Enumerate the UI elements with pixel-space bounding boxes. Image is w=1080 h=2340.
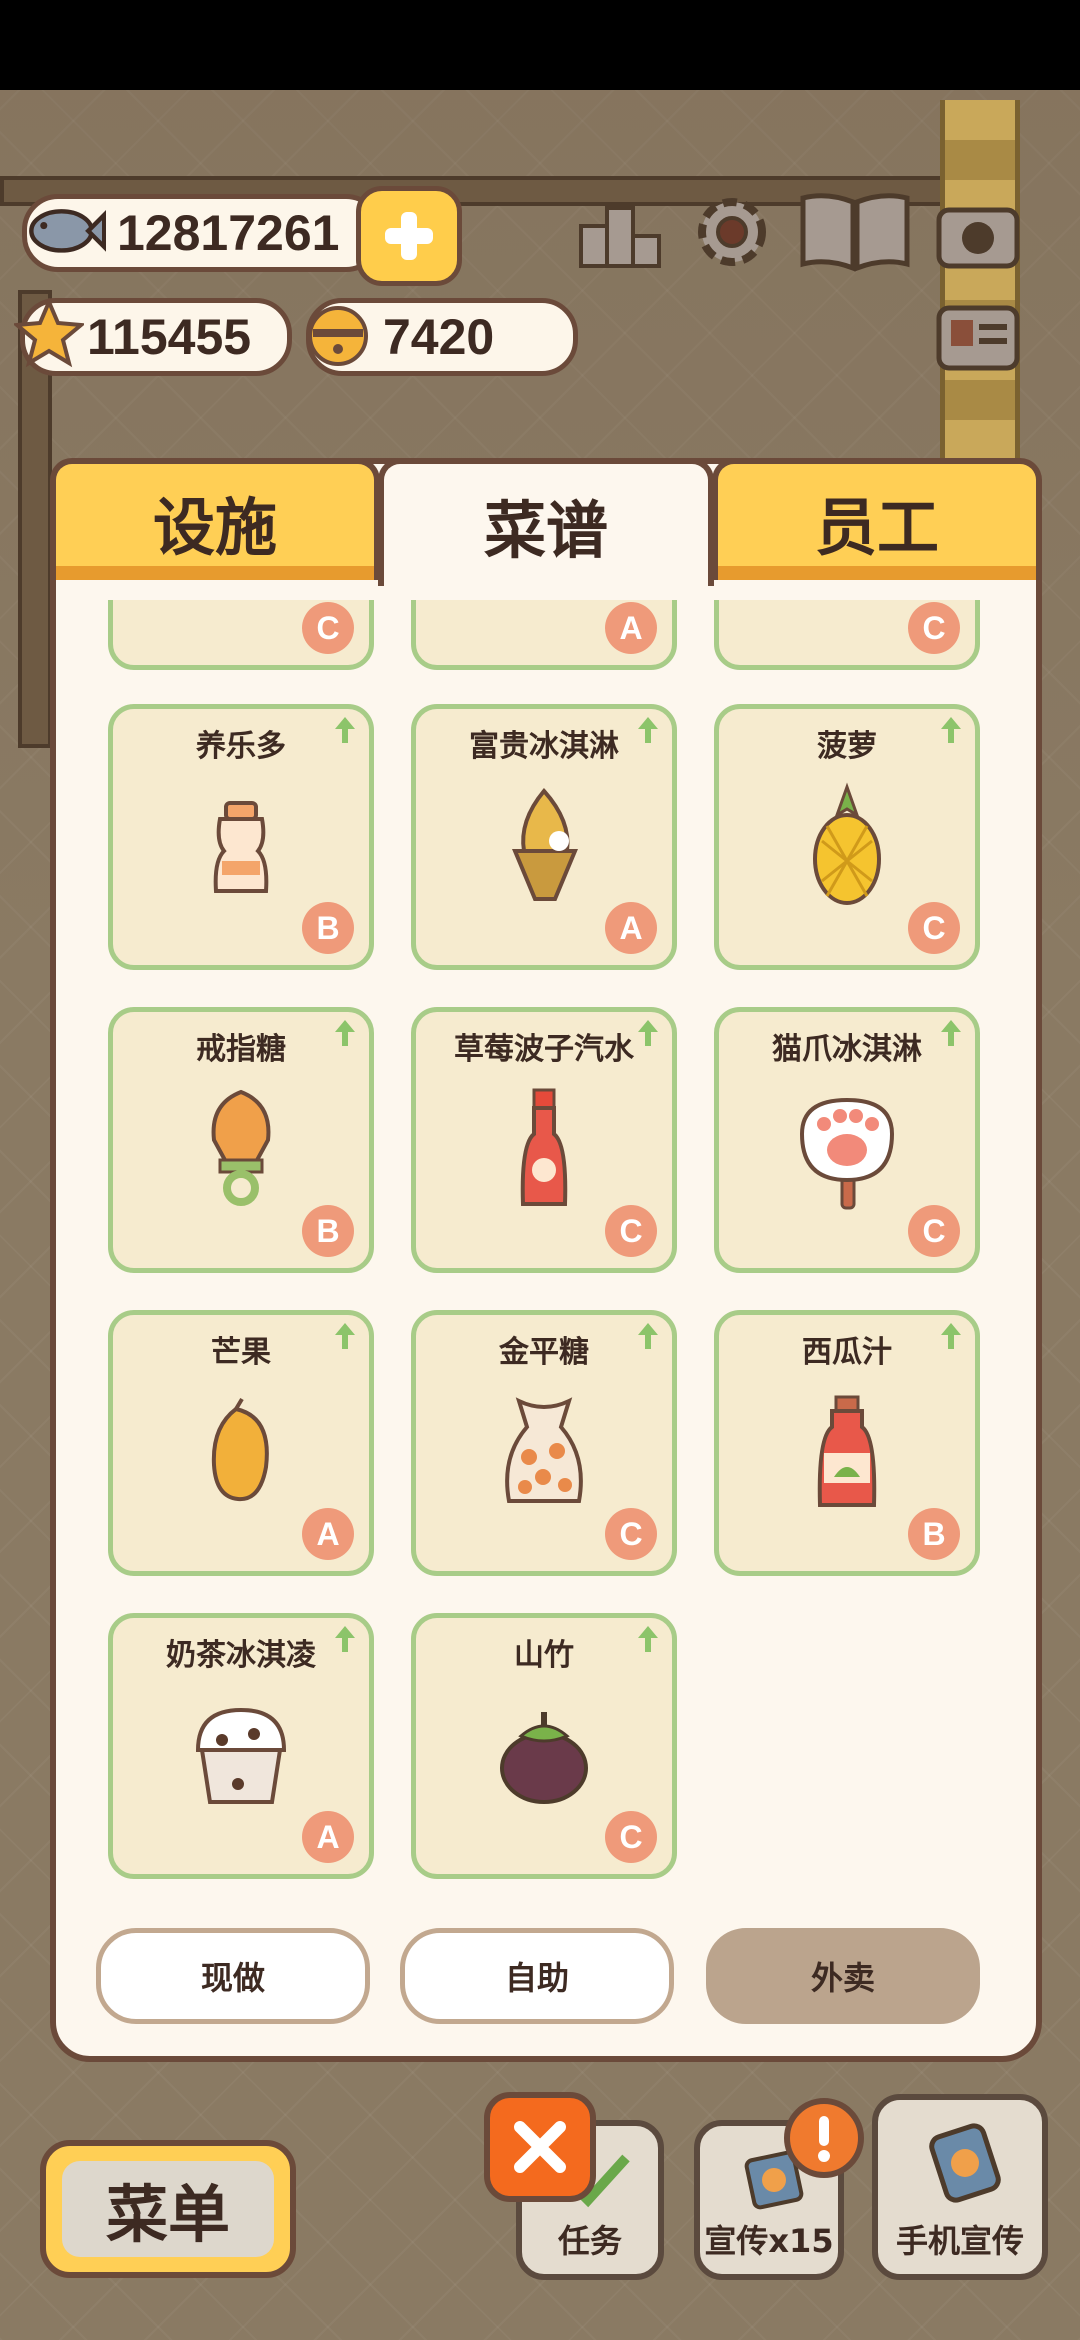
tab-recipes[interactable]: 菜谱: [378, 458, 714, 586]
mode-made-to-order-button[interactable]: 现做: [96, 1928, 370, 2024]
grade-badge: C: [907, 601, 961, 655]
upgrade-arrow-icon: [941, 717, 961, 743]
recipe-name: 草莓波子汽水: [454, 1032, 634, 1067]
upgrade-arrow-icon: [638, 1323, 658, 1349]
tab-facilities[interactable]: 设施: [50, 458, 380, 580]
recipe-name: 养乐多: [196, 729, 286, 764]
exclamation-icon: [818, 2116, 830, 2162]
phone-icon: [929, 2123, 1001, 2203]
recipe-card[interactable]: C: [108, 600, 374, 670]
recipe-card-gold-ice-cream[interactable]: 富贵冰淇淋 A: [411, 704, 677, 970]
recipe-name: 菠萝: [817, 729, 877, 764]
cat-paw-ice-cream-icon: [799, 1097, 895, 1210]
mode-self-service-button[interactable]: 自助: [400, 1928, 674, 2024]
fish-icon: [26, 190, 106, 270]
recipe-card-mango[interactable]: 芒果 A: [108, 1310, 374, 1576]
tab-staff[interactable]: 员工: [712, 458, 1042, 580]
grade-badge: C: [604, 1204, 658, 1258]
ranking-icon[interactable]: [570, 184, 670, 280]
camera-icon[interactable]: [928, 184, 1028, 280]
recipe-card[interactable]: A: [411, 600, 677, 670]
fish-count: 12817261: [117, 205, 340, 261]
recipe-name: 山竹: [514, 1638, 574, 1673]
bell-icon: [300, 296, 376, 372]
recipe-card-milk-tea-ice-cream[interactable]: 奶茶冰淇凌 A: [108, 1613, 374, 1879]
upgrade-arrow-icon: [638, 717, 658, 743]
gear-icon[interactable]: [682, 184, 782, 280]
pineapple-icon: [813, 782, 881, 905]
star-count: 115455: [87, 309, 252, 365]
strawberry-soda-icon: [520, 1088, 568, 1206]
grade-badge: C: [907, 901, 961, 955]
guide-book-icon[interactable]: [796, 184, 914, 280]
grade-badge: C: [604, 1810, 658, 1864]
yakult-bottle-icon: [213, 801, 269, 893]
recipe-card-strawberry-soda[interactable]: 草莓波子汽水 C: [411, 1007, 677, 1273]
recipe-card[interactable]: C: [714, 600, 980, 670]
recipe-card-cat-paw-ice-cream[interactable]: 猫爪冰淇淋 C: [714, 1007, 980, 1273]
recipe-name: 金平糖: [499, 1335, 589, 1370]
upgrade-arrow-icon: [335, 717, 355, 743]
mango-icon: [211, 1397, 269, 1502]
upgrade-arrow-icon: [941, 1020, 961, 1046]
id-card-icon[interactable]: [928, 290, 1028, 386]
grade-badge: A: [604, 601, 658, 655]
recipe-name: 戒指糖: [196, 1032, 286, 1067]
recipe-name: 西瓜汁: [802, 1335, 892, 1370]
bell-count: 7420: [383, 309, 495, 365]
recipe-name: 奶茶冰淇凌: [166, 1638, 316, 1673]
phone-promo-button[interactable]: 手机宣传: [872, 2094, 1048, 2280]
menu-button[interactable]: 菜单: [40, 2140, 296, 2278]
phone-promo-label: 手机宣传: [895, 2222, 1024, 2260]
alert-badge: [784, 2098, 864, 2178]
close-button[interactable]: [484, 2092, 596, 2202]
recipe-card-mangosteen[interactable]: 山竹 C: [411, 1613, 677, 1879]
upgrade-arrow-icon: [941, 1323, 961, 1349]
star-icon: [14, 298, 84, 368]
task-label: 任务: [557, 2222, 622, 2260]
grade-badge: A: [301, 1810, 355, 1864]
recipe-card-konpeito[interactable]: 金平糖 C: [411, 1310, 677, 1576]
status-bar: [0, 0, 1080, 90]
add-fish-button[interactable]: [356, 186, 462, 286]
recipe-card-pineapple[interactable]: 菠萝 C: [714, 704, 980, 970]
grade-badge: B: [301, 1204, 355, 1258]
mangosteen-icon: [500, 1712, 588, 1804]
menu-label: 菜单: [62, 2161, 274, 2257]
close-icon: [514, 2121, 566, 2173]
grade-badge: C: [301, 601, 355, 655]
grade-badge: B: [301, 901, 355, 955]
promo-label: 宣传x15: [704, 2222, 834, 2260]
recipe-card-ring-candy[interactable]: 戒指糖 B: [108, 1007, 374, 1273]
milk-tea-ice-cream-icon: [195, 1707, 287, 1804]
upgrade-arrow-icon: [638, 1626, 658, 1652]
recipe-name: 猫爪冰淇淋: [772, 1032, 922, 1067]
upgrade-arrow-icon: [638, 1020, 658, 1046]
gold-ice-cream-icon: [512, 787, 578, 901]
mode-takeout-button[interactable]: 外卖: [706, 1928, 980, 2024]
konpeito-bag-icon: [505, 1397, 583, 1503]
ring-candy-icon: [211, 1089, 271, 1206]
recipe-grid: C A C 养乐多 B 富贵冰淇淋 A 菠萝 C 戒指糖 B 草莓波子汽水 C …: [56, 600, 1032, 1890]
upgrade-arrow-icon: [335, 1626, 355, 1652]
grade-badge: B: [907, 1507, 961, 1561]
grade-badge: A: [301, 1507, 355, 1561]
upgrade-arrow-icon: [335, 1020, 355, 1046]
upgrade-arrow-icon: [335, 1323, 355, 1349]
recipe-card-watermelon-juice[interactable]: 西瓜汁 B: [714, 1310, 980, 1576]
recipe-name: 芒果: [211, 1335, 271, 1370]
grade-badge: C: [604, 1507, 658, 1561]
recipe-name: 富贵冰淇淋: [469, 729, 619, 764]
grade-badge: C: [907, 1204, 961, 1258]
grade-badge: A: [604, 901, 658, 955]
recipe-card-yakult[interactable]: 养乐多 B: [108, 704, 374, 970]
watermelon-juice-icon: [817, 1395, 877, 1507]
